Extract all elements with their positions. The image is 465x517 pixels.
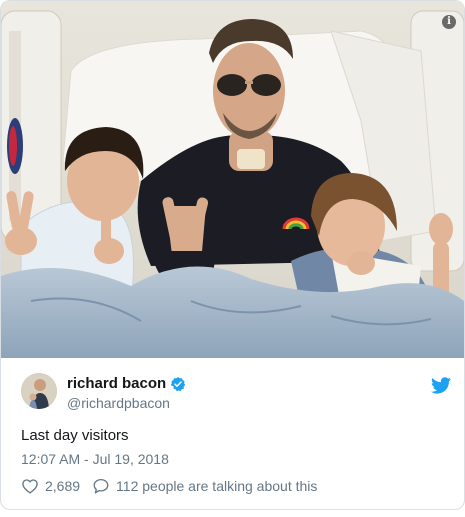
embedded-tweet-card: i richard bacon @richardpbacon Last day … [0,0,465,510]
twitter-bird-icon[interactable] [431,377,451,394]
speech-bubble-icon[interactable] [92,477,110,495]
tweet-photo[interactable]: i [1,1,464,358]
talking-about-link[interactable]: 112 people are talking about this [116,478,317,494]
avatar[interactable] [21,373,57,409]
like-count[interactable]: 2,689 [45,478,80,494]
user-handle[interactable]: @richardpbacon [67,395,170,411]
tweet-timestamp[interactable]: 12:07 AM - Jul 19, 2018 [21,451,169,467]
verified-badge-icon [171,376,186,391]
tweet-actions: 2,689 112 people are talking about this [21,477,317,495]
info-icon[interactable]: i [442,15,456,29]
tweet-text: Last day visitors [21,427,129,444]
display-name[interactable]: richard bacon [67,375,166,392]
tweet-author: richard bacon @richardpbacon [21,373,451,413]
heart-outline-icon[interactable] [21,477,39,495]
